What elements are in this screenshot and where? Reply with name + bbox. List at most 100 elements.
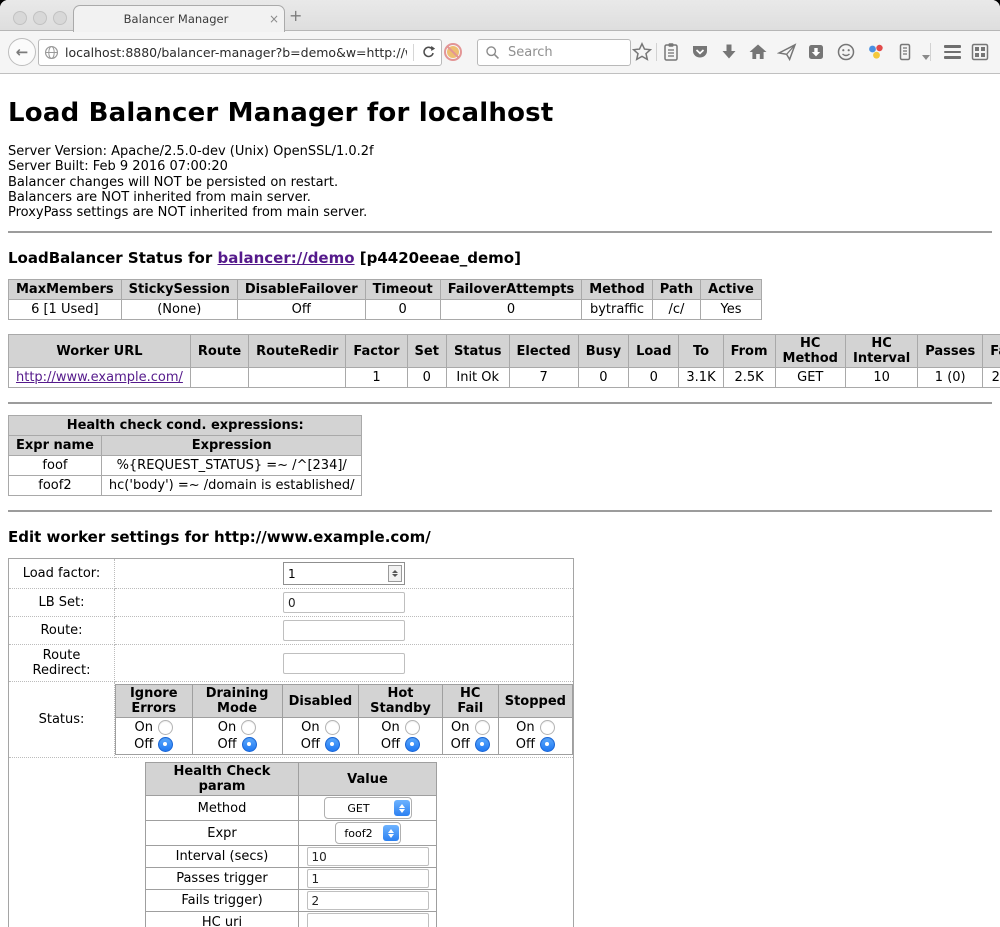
col-header: Route: [190, 335, 248, 368]
tab-title: Balancer Manager: [74, 12, 264, 26]
route-redirect-input[interactable]: [283, 653, 405, 674]
search-bar[interactable]: [477, 39, 631, 66]
feedback-smiley-icon[interactable]: [836, 42, 856, 62]
col-header: Load: [629, 335, 679, 368]
ignore-errors-on-radio[interactable]: [158, 720, 173, 735]
chevron-down-icon[interactable]: [916, 47, 936, 67]
radio-label: On: [218, 720, 236, 735]
col-header: RouteRedir: [249, 335, 346, 368]
home-icon[interactable]: [748, 42, 768, 62]
expr-select[interactable]: foof2: [335, 822, 401, 844]
passes-trigger-input[interactable]: [307, 869, 429, 888]
url-text[interactable]: localhost:8880/balancer-manager?b=demo&w…: [65, 45, 407, 60]
hc-fail-off-radio[interactable]: [475, 737, 490, 752]
bookmark-star-icon[interactable]: [632, 42, 652, 62]
stopped-off-radio[interactable]: [540, 737, 555, 752]
draining-mode-on-radio[interactable]: [241, 720, 256, 735]
col-header: Active: [701, 280, 762, 300]
new-tab-button[interactable]: +: [289, 6, 302, 25]
hot-standby-on-radio[interactable]: [405, 720, 420, 735]
cell: [190, 368, 248, 388]
cell: 1 (0): [918, 368, 983, 388]
col-header: Ignore Errors: [116, 685, 193, 718]
hc-param-label: Method: [146, 796, 299, 821]
reading-list-icon[interactable]: [661, 42, 681, 62]
form-row: Route Redirect:: [9, 645, 574, 682]
health-check-param-table: Health Check param Value Method GET: [145, 762, 437, 927]
cell: 6 [1 Used]: [9, 300, 122, 320]
status-cell-hc-fail: On Off: [442, 718, 498, 755]
table-row: Interval (secs): [146, 846, 437, 868]
table-row: foof2 hc('body') =~ /domain is establish…: [9, 476, 362, 496]
balancer-demo-link[interactable]: balancer://demo: [217, 249, 354, 267]
downloads-icon[interactable]: [719, 42, 739, 62]
hc-param-label: HC uri: [146, 912, 299, 927]
number-stepper-icon[interactable]: [388, 565, 402, 582]
container-icon[interactable]: [895, 42, 915, 62]
cell: 2 (0): [983, 368, 1000, 388]
colorful-dots-extension-icon[interactable]: [866, 42, 886, 62]
expr-name-cell: foof2: [9, 476, 102, 496]
stopped-on-radio[interactable]: [540, 720, 555, 735]
url-bar[interactable]: localhost:8880/balancer-manager?b=demo&w…: [38, 39, 442, 66]
worker-url-link[interactable]: http://www.example.com/: [16, 370, 183, 385]
table-row: 6 [1 Used] (None) Off 0 0 bytraffic /c/ …: [9, 300, 762, 320]
col-header: Expr name: [9, 436, 102, 456]
expr-value-cell: hc('body') =~ /domain is established/: [101, 476, 362, 496]
pocket-icon[interactable]: [690, 42, 710, 62]
balancers-notice-line: Balancers are NOT inherited from main se…: [8, 190, 992, 205]
toolbar-divider: [656, 43, 657, 61]
hot-standby-off-radio[interactable]: [405, 737, 420, 752]
route-input[interactable]: [283, 620, 405, 641]
radio-label: On: [301, 720, 319, 735]
expr-name-cell: foof: [9, 456, 102, 476]
disabled-on-radio[interactable]: [325, 720, 340, 735]
load-factor-input[interactable]: [284, 567, 388, 581]
back-button[interactable]: ←: [8, 38, 36, 66]
extension-download-icon[interactable]: [806, 42, 826, 62]
search-input[interactable]: [506, 44, 610, 61]
col-header: Path: [652, 280, 700, 300]
col-header: From: [723, 335, 775, 368]
divider: [8, 231, 992, 233]
cell: 1: [346, 368, 407, 388]
col-header: Health Check param: [146, 763, 299, 796]
expr-table-title: Health check cond. expressions:: [9, 416, 362, 436]
adblock-icon[interactable]: [443, 42, 463, 62]
minimize-window-button[interactable]: [33, 11, 47, 25]
table-row: http://www.example.com/ 1 0 Init Ok 7 0 …: [9, 368, 1000, 388]
method-select[interactable]: GET: [324, 797, 412, 819]
form-row: Route:: [9, 617, 574, 645]
radio-label: Off: [134, 737, 153, 752]
tab-close-icon[interactable]: ×: [264, 12, 284, 26]
col-header: HC Method: [775, 335, 845, 368]
cell: 7: [509, 368, 578, 388]
tab-balancer-manager[interactable]: Balancer Manager ×: [73, 5, 285, 32]
reload-icon[interactable]: [420, 44, 437, 61]
ignore-errors-off-radio[interactable]: [158, 737, 173, 752]
cell: 0: [440, 300, 582, 320]
col-header: Factor: [346, 335, 407, 368]
disabled-off-radio[interactable]: [325, 737, 340, 752]
hc-uri-input[interactable]: [307, 913, 429, 927]
hc-fail-on-radio[interactable]: [475, 720, 490, 735]
tab-groups-icon[interactable]: [970, 42, 990, 62]
health-check-expressions-table: Health check cond. expressions: Expr nam…: [8, 415, 362, 496]
zoom-window-button[interactable]: [53, 11, 67, 25]
lb-set-input[interactable]: [283, 592, 405, 613]
fails-trigger-input[interactable]: [307, 891, 429, 910]
expr-select-value: foof2: [336, 827, 382, 840]
radio-label: Off: [217, 737, 236, 752]
col-header: To: [679, 335, 723, 368]
divider: [8, 510, 992, 512]
interval-input[interactable]: [307, 847, 429, 866]
col-header: Value: [299, 763, 437, 796]
send-tab-icon[interactable]: [777, 42, 797, 62]
col-header: Stopped: [498, 685, 572, 718]
server-built-line: Server Built: Feb 9 2016 07:00:20: [8, 159, 992, 174]
draining-mode-off-radio[interactable]: [242, 737, 257, 752]
field-label: Route:: [9, 617, 115, 645]
close-window-button[interactable]: [13, 11, 27, 25]
col-header: Passes: [918, 335, 983, 368]
menu-icon[interactable]: [942, 42, 962, 62]
